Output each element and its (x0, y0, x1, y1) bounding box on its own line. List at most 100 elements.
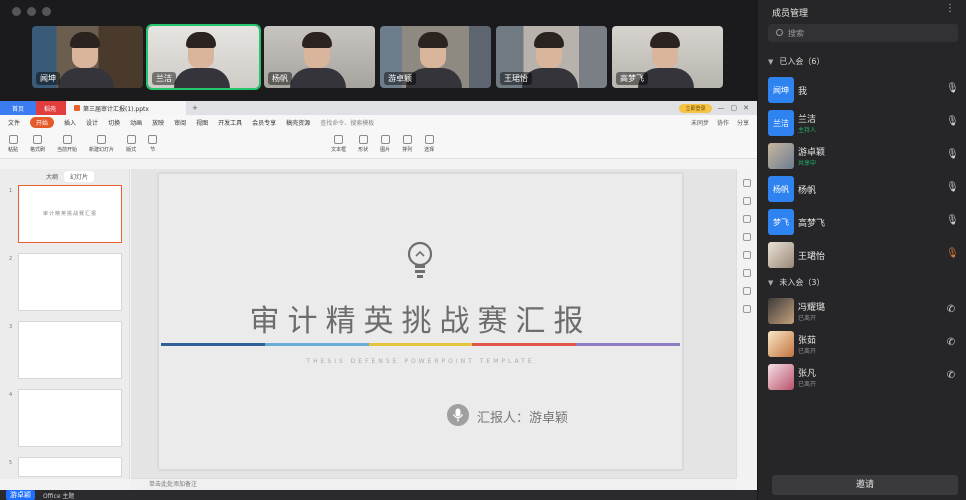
member-row[interactable]: 张茹 已离开 ✆ (768, 329, 958, 359)
video-tile-name: 杨帆 (268, 72, 292, 85)
member-row[interactable]: 王珺怡 🎙 (768, 240, 959, 270)
ribbon-format-painter[interactable]: 格式刷 (30, 134, 45, 153)
ribbon-section[interactable]: 节 (148, 134, 158, 153)
avatar (768, 143, 794, 169)
login-button[interactable]: 立即登录 (679, 103, 712, 113)
tool-icon[interactable] (743, 305, 751, 313)
more-options-icon[interactable]: ⋮ (945, 3, 956, 14)
menu-file[interactable]: 文件 (8, 118, 20, 127)
minimize-dot[interactable] (27, 7, 36, 16)
not-joined-section-header[interactable]: ▼ 未入会（3） (768, 277, 824, 288)
tab-wps[interactable]: 稻壳 (36, 101, 66, 115)
ribbon-paste[interactable]: 粘贴 (8, 134, 18, 153)
menu-member[interactable]: 会员专享 (252, 118, 276, 127)
slide-thumbnail[interactable]: 2 (9, 253, 122, 311)
tool-icon[interactable] (743, 233, 751, 241)
member-name: 兰洁 (798, 115, 817, 125)
video-tile[interactable]: 王珺怡 (496, 26, 607, 88)
menu-dev[interactable]: 开发工具 (218, 118, 242, 127)
invite-button[interactable]: 邀请 (772, 475, 958, 495)
avatar (768, 298, 794, 324)
slide-thumbnail[interactable]: 3 (9, 321, 122, 379)
microphone-icon[interactable]: 🎙 (946, 215, 959, 227)
member-name: 王珺怡 (798, 252, 826, 262)
ribbon-shape[interactable]: 形状 (358, 134, 368, 153)
microphone-icon[interactable]: 🎙 (946, 83, 959, 95)
maximize-dot[interactable] (42, 7, 51, 16)
video-tile[interactable]: 游卓颖 (380, 26, 491, 88)
tool-icon[interactable] (743, 179, 751, 187)
current-slide[interactable]: 审计精英挑战赛汇报 THESIS DEFENSE POWERPOINT TEMP… (158, 173, 683, 470)
video-tile-active[interactable]: 兰洁 (146, 24, 261, 90)
collab-button[interactable]: 协作 (717, 118, 729, 127)
close-icon[interactable]: ✕ (743, 104, 749, 112)
ribbon-select[interactable]: 选择 (424, 134, 434, 153)
member-row[interactable]: 游卓颖 共享中 🎙 (768, 141, 959, 171)
shared-screen: 首页 稻壳 第三届审计汇报(1).pptx + 立即登录 — ▢ ✕ 文件 开始… (0, 101, 757, 500)
tab-document[interactable]: 第三届审计汇报(1).pptx (66, 101, 186, 115)
slide-thumbnail[interactable]: 1 审计精英挑战赛汇报 (9, 185, 122, 243)
sync-status[interactable]: 未同步 (691, 118, 709, 127)
restore-icon[interactable]: ▢ (731, 104, 738, 112)
microphone-muted-icon[interactable]: 🎙 (946, 248, 959, 260)
microphone-icon[interactable]: 🎙 (946, 182, 959, 194)
command-search[interactable]: 查找命令、搜索模板 (320, 118, 374, 127)
phone-icon[interactable]: ✆ (946, 370, 956, 382)
phone-icon[interactable]: ✆ (946, 337, 956, 349)
video-tile[interactable]: 闻坤 (32, 26, 143, 88)
slide-thumbnail[interactable]: 4 (9, 389, 122, 447)
outline-toggle[interactable]: 大纲 (40, 171, 64, 182)
menu-animation[interactable]: 动画 (130, 118, 142, 127)
new-tab-plus-icon[interactable]: + (186, 104, 198, 112)
tool-icon[interactable] (743, 197, 751, 205)
video-tile-name: 王珺怡 (500, 72, 532, 85)
ribbon-label: 文本框 (331, 146, 347, 153)
ribbon-arrange[interactable]: 排列 (402, 134, 412, 153)
tool-icon[interactable] (743, 215, 751, 223)
slides-toggle[interactable]: 幻灯片 (64, 170, 95, 182)
menu-design[interactable]: 设计 (86, 118, 98, 127)
menu-review[interactable]: 审阅 (174, 118, 186, 127)
menu-view[interactable]: 视图 (196, 118, 208, 127)
status-bar: 游卓颖 Office 主题 (0, 490, 757, 500)
slide-canvas: 审计精英挑战赛汇报 THESIS DEFENSE POWERPOINT TEMP… (131, 169, 736, 479)
tool-icon[interactable] (743, 251, 751, 259)
ribbon-play-current[interactable]: 当前开始 (57, 134, 77, 153)
ribbon-textbox[interactable]: 文本框 (331, 134, 347, 153)
menu-bar: 文件 开始 插入 设计 切换 动画 放映 审阅 视图 开发工具 会员专享 稿壳资… (0, 115, 757, 129)
close-dot[interactable] (12, 7, 21, 16)
menu-insert[interactable]: 插入 (64, 118, 76, 127)
menu-start[interactable]: 开始 (30, 116, 55, 128)
phone-icon[interactable]: ✆ (946, 304, 956, 316)
menu-switch[interactable]: 切换 (108, 118, 120, 127)
menu-template[interactable]: 稿壳资源 (286, 118, 310, 127)
slide-title: 审计精英挑战赛汇报 (249, 304, 592, 339)
microphone-icon[interactable]: 🎙 (946, 149, 959, 161)
slide-thumbnail[interactable]: 5 (9, 457, 122, 477)
tab-home[interactable]: 首页 (0, 101, 36, 115)
member-row[interactable]: 冯耀璐 已离开 ✆ (768, 296, 958, 326)
notes-field[interactable]: 单击此处添加备注 (131, 478, 736, 490)
ribbon-picture[interactable]: 图片 (380, 134, 390, 153)
member-row[interactable]: 梦飞 高梦飞 🎙 (768, 207, 959, 237)
video-tile[interactable]: 高梦飞 (612, 26, 723, 88)
menu-show[interactable]: 放映 (152, 118, 164, 127)
ribbon-new-slide[interactable]: 新建幻灯片 (89, 134, 114, 153)
tool-icon[interactable] (743, 287, 751, 295)
person-body (174, 68, 230, 88)
member-row[interactable]: 杨帆 杨帆 🎙 (768, 174, 959, 204)
tool-icon[interactable] (743, 269, 751, 277)
member-search-input[interactable] (788, 26, 948, 40)
member-row[interactable]: 兰洁 兰洁 主持人 🎙 (768, 108, 959, 138)
person-hair (418, 32, 448, 48)
textbox-icon (334, 134, 344, 144)
video-tile[interactable]: 杨帆 (264, 26, 375, 88)
share-button[interactable]: 分享 (737, 118, 749, 127)
joined-section-header[interactable]: ▼ 已入会（6） (768, 56, 824, 67)
avatar: 闻坤 (768, 77, 794, 103)
ribbon-layout[interactable]: 版式 (126, 134, 136, 153)
member-row[interactable]: 张凡 已离开 ✆ (768, 362, 958, 392)
member-row[interactable]: 闻坤 我 🎙 (768, 75, 959, 105)
minimize-icon[interactable]: — (718, 104, 725, 112)
microphone-icon[interactable]: 🎙 (946, 116, 959, 128)
